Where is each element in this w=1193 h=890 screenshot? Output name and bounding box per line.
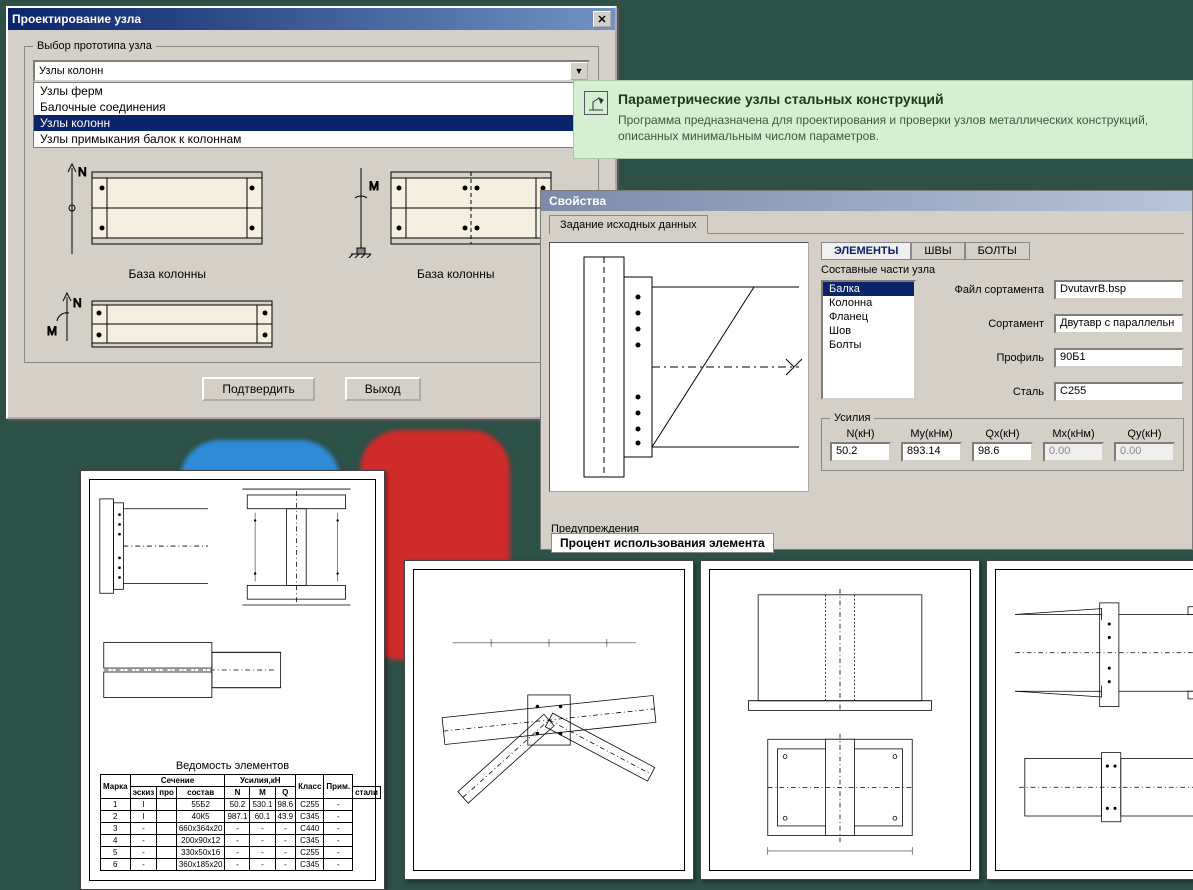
force-label: Qx(кН) (972, 428, 1033, 440)
thumb-base-1[interactable]: N База колонны (33, 158, 302, 281)
dialog-title: Проектирование узла (12, 12, 141, 26)
elements-table: МаркаСечениеУсилия,кНКлассПрим.эскизпрос… (100, 774, 381, 871)
svg-text:N: N (78, 165, 87, 179)
properties-panel: Свойства Задание исходных данных (540, 190, 1193, 550)
drawing-sheet-2 (404, 560, 694, 880)
forces-legend: Усилия (830, 412, 874, 424)
force-label: N(кН) (830, 428, 891, 440)
elements-table-title: Ведомость элементов (100, 760, 365, 772)
prototype-dropdown[interactable]: Узлы фермБалочные соединенияУзлы колоннУ… (33, 82, 590, 148)
properties-titlebar[interactable]: Свойства (541, 191, 1192, 211)
force-field: 0.00 (1043, 442, 1104, 462)
forces-group: Усилия N(кН) 50.2 My(кНм) 893.14 Qx(кН) 98.6 M… (821, 412, 1184, 471)
chevron-down-icon[interactable]: ▼ (570, 62, 588, 80)
force-col: Mx(кНм) 0.00 (1043, 428, 1104, 462)
table-row: 1I55Б250.2530.198.6С255- (101, 799, 381, 811)
table-row: 2I40К5987.160.143.9С345- (101, 811, 381, 823)
usage-percent-label: Процент использования элемента (551, 533, 774, 553)
combo-value: Узлы колонн (39, 65, 103, 77)
svg-text:N: N (73, 296, 82, 310)
force-col: My(кНм) 893.14 (901, 428, 962, 462)
force-label: Mx(кНм) (1043, 428, 1104, 440)
force-field[interactable]: 893.14 (901, 442, 962, 462)
elements-table-wrap: Ведомость элементов МаркаСечениеУсилия,к… (100, 760, 365, 871)
prototype-legend: Выбор прототипа узла (33, 40, 156, 52)
parts-item[interactable]: Болты (823, 338, 914, 352)
subtab[interactable]: БОЛТЫ (965, 242, 1030, 260)
thumb-caption-1: База колонны (33, 267, 302, 281)
force-field[interactable]: 98.6 (972, 442, 1033, 462)
table-row: 6-360x185x20---С345- (101, 859, 381, 871)
table-row: 5-330x50x16---С255- (101, 847, 381, 859)
prototype-option[interactable]: Балочные соединения (34, 99, 589, 115)
sort-field[interactable]: Двутавр с параллельн (1054, 314, 1184, 334)
dialog-titlebar[interactable]: Проектирование узла ✕ (8, 8, 615, 30)
subtab[interactable]: ЭЛЕМЕНТЫ (821, 242, 911, 260)
prototype-option[interactable]: Узлы примыкания балок к колоннам (34, 131, 589, 147)
subtab[interactable]: ШВЫ (911, 242, 964, 260)
column-base-sketch-3: N M (47, 291, 287, 351)
sort-label: Сортамент (934, 318, 1044, 330)
force-field: 0.00 (1114, 442, 1175, 462)
force-col: Qx(кН) 98.6 (972, 428, 1033, 462)
thumb-base-3[interactable]: N M (33, 291, 302, 354)
confirm-button[interactable]: Подтвердить (202, 377, 314, 401)
prototype-combo[interactable]: Узлы колонн ▼ (33, 60, 590, 82)
node-drawing (549, 242, 809, 492)
file-field[interactable]: DvutavrB.bsp (1054, 280, 1184, 300)
column-base-sketch-2: M (341, 158, 571, 258)
force-label: My(кНм) (901, 428, 962, 440)
steel-field[interactable]: С255 (1054, 382, 1184, 402)
banner-title: Параметрические узлы стальных конструкци… (618, 91, 1178, 107)
profile-field[interactable]: 90Б1 (1054, 348, 1184, 368)
force-col: Qy(кН) 0.00 (1114, 428, 1175, 462)
svg-text:M: M (47, 324, 57, 338)
parts-item[interactable]: Шов (823, 324, 914, 338)
prototype-group: Выбор прототипа узла Узлы колонн ▼ Узлы … (24, 40, 599, 363)
drawing-sheet-1: Ведомость элементов МаркаСечениеУсилия,к… (80, 470, 385, 890)
desk-lamp-icon (584, 91, 608, 115)
drawing-sheet-4 (986, 560, 1193, 880)
parts-item[interactable]: Фланец (823, 310, 914, 324)
exit-button[interactable]: Выход (345, 377, 421, 401)
table-row: 4-200x90x12---С345- (101, 835, 381, 847)
parts-listbox[interactable]: БалкаКолоннаФланецШовБолты (821, 280, 916, 400)
force-label: Qy(кН) (1114, 428, 1175, 440)
tab-input-data[interactable]: Задание исходных данных (549, 215, 708, 234)
file-label: Файл сортамента (934, 284, 1044, 296)
close-icon[interactable]: ✕ (593, 11, 611, 27)
banner-text: Программа предназначена для проектирован… (618, 113, 1178, 144)
prof-label: Профиль (934, 352, 1044, 364)
svg-text:M: M (369, 179, 379, 193)
prototype-option[interactable]: Узлы колонн (34, 115, 589, 131)
parts-label: Составные части узла (821, 264, 1184, 276)
force-col: N(кН) 50.2 (830, 428, 891, 462)
dialog-node-design: Проектирование узла ✕ Выбор прототипа уз… (6, 6, 617, 419)
table-row: 3-660x364x20---С440- (101, 823, 381, 835)
element-subtabs: ЭЛЕМЕНТЫШВЫБОЛТЫ (821, 242, 1184, 260)
prototype-option[interactable]: Узлы ферм (34, 83, 589, 99)
description-banner: Параметрические узлы стальных конструкци… (573, 80, 1193, 159)
column-base-sketch-1: N (52, 158, 282, 258)
parts-item[interactable]: Балка (823, 282, 914, 296)
force-field[interactable]: 50.2 (830, 442, 891, 462)
parts-item[interactable]: Колонна (823, 296, 914, 310)
drawing-sheet-3 (700, 560, 980, 880)
steel-label: Сталь (934, 386, 1044, 398)
